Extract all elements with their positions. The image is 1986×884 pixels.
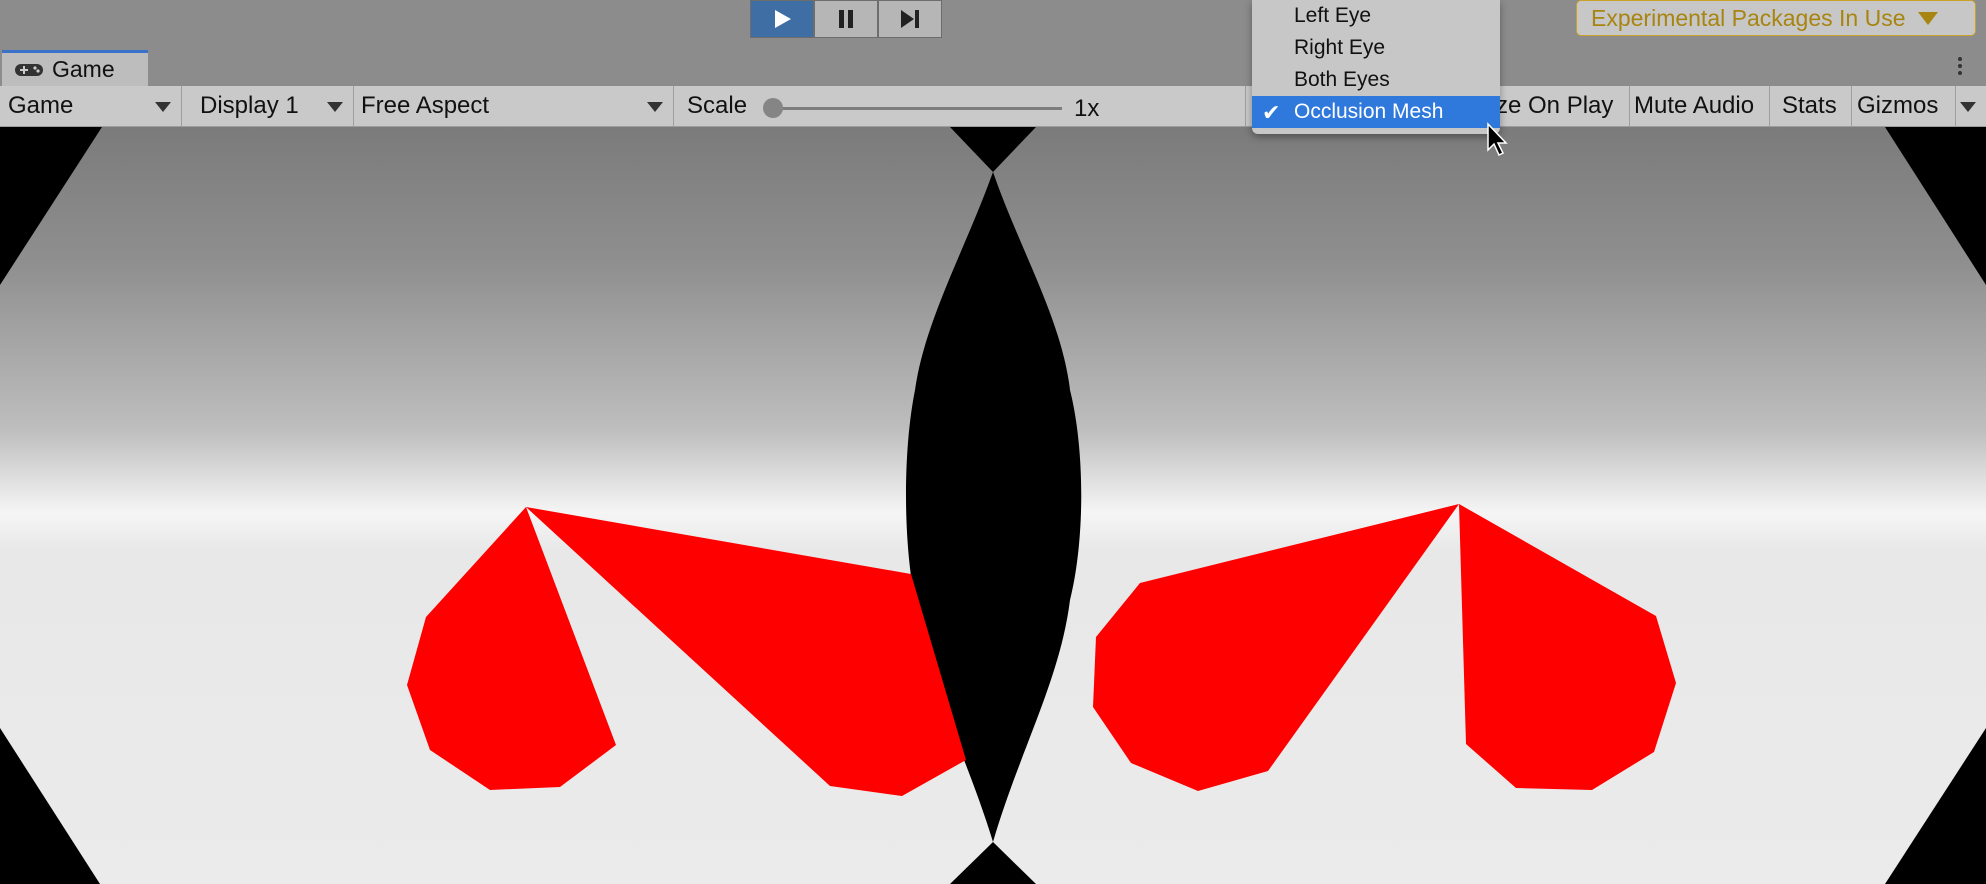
gamepad-icon	[15, 63, 43, 76]
menu-item-both-eyes[interactable]: Both Eyes	[1252, 64, 1500, 96]
gizmos-toggle[interactable]: Gizmos	[1852, 86, 1956, 126]
pause-button[interactable]	[814, 0, 878, 38]
menu-item-label: Occlusion Mesh	[1294, 100, 1444, 123]
occlusion-corner-top-right	[1885, 127, 1986, 285]
display-dropdown[interactable]: Display 1	[182, 86, 354, 126]
chevron-down-icon	[1917, 11, 1938, 25]
gizmos-dropdown[interactable]	[1956, 86, 1986, 126]
experimental-packages-button[interactable]: Experimental Packages In Use	[1576, 0, 1976, 36]
gizmos-label: Gizmos	[1857, 92, 1939, 119]
occlusion-corner-bottom-right	[1885, 728, 1986, 884]
stats-toggle[interactable]: Stats	[1770, 86, 1852, 126]
red-shape-right	[1093, 504, 1676, 791]
maximize-on-play-toggle[interactable]: ze On Play	[1496, 86, 1630, 126]
menu-item-occlusion-mesh[interactable]: ✔ Occlusion Mesh	[1252, 96, 1500, 128]
play-icon	[775, 10, 791, 28]
check-icon: ✔	[1262, 100, 1281, 125]
more-options-icon[interactable]	[1954, 54, 1966, 78]
occlusion-wedge-top	[950, 127, 1036, 172]
menu-item-right-eye[interactable]: Right Eye	[1252, 32, 1500, 64]
display-label: Display 1	[200, 92, 299, 119]
mute-label: Mute Audio	[1634, 92, 1755, 119]
scale-slider-track[interactable]	[772, 107, 1062, 110]
menu-item-label: Left Eye	[1294, 4, 1372, 27]
menu-item-left-eye[interactable]: Left Eye	[1252, 0, 1500, 32]
occlusion-wedge-bottom	[950, 842, 1036, 884]
mute-audio-toggle[interactable]: Mute Audio	[1630, 86, 1770, 126]
maximize-label: ze On Play	[1496, 92, 1614, 119]
play-controls	[750, 0, 942, 38]
scale-slider-handle[interactable]	[763, 98, 783, 118]
red-shape-left	[407, 507, 966, 796]
view-mode-dropdown[interactable]: Game	[0, 86, 182, 126]
mouse-cursor-icon	[1487, 122, 1508, 157]
main-toolbar: Experimental Packages In Use	[0, 0, 1986, 48]
occlusion-corner-top-left	[0, 127, 102, 285]
tab-label: Game	[52, 56, 115, 82]
experimental-label: Experimental Packages In Use	[1591, 4, 1906, 31]
play-button[interactable]	[750, 0, 814, 38]
scene-render	[0, 127, 1986, 884]
occlusion-mode-menu: Left Eye Right Eye Both Eyes ✔ Occlusion…	[1252, 0, 1500, 134]
step-button[interactable]	[878, 0, 942, 38]
scale-label: Scale	[687, 92, 748, 119]
tab-game[interactable]: Game	[2, 50, 148, 86]
occlusion-corner-bottom-left	[0, 728, 100, 884]
step-icon	[901, 10, 919, 28]
tab-bar: Game	[0, 48, 1986, 86]
game-viewport[interactable]	[0, 127, 1986, 884]
pause-icon	[839, 10, 853, 28]
view-mode-label: Game	[8, 92, 74, 119]
scale-control: Scale	[674, 86, 1246, 126]
aspect-dropdown[interactable]: Free Aspect	[354, 86, 674, 126]
stats-label: Stats	[1782, 92, 1837, 119]
scale-value: 1x	[1074, 95, 1100, 122]
menu-item-label: Both Eyes	[1294, 68, 1390, 91]
menu-item-label: Right Eye	[1294, 36, 1386, 59]
aspect-label: Free Aspect	[361, 92, 490, 119]
